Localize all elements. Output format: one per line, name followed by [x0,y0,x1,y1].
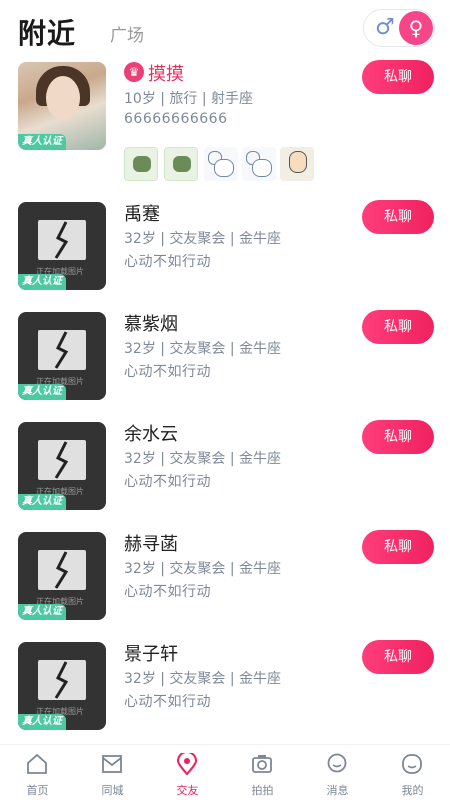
dog-sticker-icon[interactable] [164,147,198,181]
nav-item-city[interactable]: 同城 [75,749,150,799]
nav-item-friends[interactable]: 交友 [150,749,225,799]
user-name: 慕紫烟 [124,314,178,335]
user-avatar[interactable]: 正在加载图片 真人认证 [18,642,106,730]
user-info: 32岁 | 交友聚会 | 金牛座 [124,451,282,467]
camera-icon [252,755,272,773]
user-name: 景子轩 [124,644,178,665]
user-name: 余水云 [124,424,178,445]
top-header: 附近 广场 ♂ ♀ [0,0,450,58]
broken-image-icon [38,660,86,700]
list-item[interactable]: 正在加载图片 真人认证 景子轩 32岁 | 交友聚会 | 金牛座 心动不如行动 … [0,640,450,750]
list-item[interactable]: 真人认证 ♛ 摸摸 10岁 | 旅行 | 射手座 66666666666 私聊 [0,60,450,200]
user-info: 32岁 | 交友聚会 | 金牛座 [124,671,282,687]
verified-badge: 真人认证 [18,274,66,290]
user-name: 摸摸 [148,64,184,85]
home-icon [27,753,47,774]
user-signature: 心动不如行动 [124,694,211,710]
broken-image-icon [38,550,86,590]
list-item[interactable]: 正在加载图片 真人认证 慕紫烟 32岁 | 交友聚会 | 金牛座 心动不如行动 … [0,310,450,420]
tab-square[interactable]: 广场 [110,21,144,46]
mouse-sticker-icon[interactable] [242,147,276,181]
nav-item-messages[interactable]: 消息 [300,749,375,799]
list-item[interactable]: 正在加载图片 真人认证 余水云 32岁 | 交友聚会 | 金牛座 心动不如行动 … [0,420,450,530]
location-pin-icon [176,753,198,775]
user-avatar[interactable]: 正在加载图片 真人认证 [18,532,106,620]
nav-label: 交友 [176,784,199,797]
verified-badge: 真人认证 [18,494,66,510]
private-chat-button[interactable]: 私聊 [362,310,434,344]
broken-image-icon [38,330,86,370]
list-item[interactable]: 正在加载图片 真人认证 禹蹇 32岁 | 交友聚会 | 金牛座 心动不如行动 私… [0,200,450,310]
list-item[interactable]: 正在加载图片 真人认证 赫寻菡 32岁 | 交友聚会 | 金牛座 心动不如行动 … [0,530,450,640]
message-icon [327,753,347,773]
nav-label: 我的 [401,784,424,797]
private-chat-button[interactable]: 私聊 [362,200,434,234]
nav-label: 拍拍 [251,784,274,797]
gender-switch[interactable]: ♂ ♀ [363,9,435,47]
user-signature: 心动不如行动 [124,364,211,380]
profile-icon [402,754,422,774]
user-avatar[interactable]: 正在加载图片 真人认证 [18,312,106,400]
tab-nearby[interactable]: 附近 [18,12,76,52]
mouse-sticker-icon[interactable] [204,147,238,181]
bottom-nav: 首页 同城 交友 拍拍 消息 我的 [0,744,450,800]
verified-badge: 真人认证 [18,714,66,730]
private-chat-button[interactable]: 私聊 [362,60,434,94]
user-signature: 心动不如行动 [124,474,211,490]
user-name: 赫寻菡 [124,534,178,555]
private-chat-button[interactable]: 私聊 [362,420,434,454]
user-avatar[interactable]: 正在加载图片 真人认证 [18,422,106,510]
nav-item-camera[interactable]: 拍拍 [225,749,300,799]
verified-badge: 真人认证 [18,134,66,150]
vip-crown-icon: ♛ [124,62,144,82]
nav-label: 消息 [326,784,349,797]
private-chat-button[interactable]: 私聊 [362,530,434,564]
dog-sticker-icon[interactable] [124,147,158,181]
nav-item-profile[interactable]: 我的 [375,749,450,799]
broken-image-icon [38,220,86,260]
verified-badge: 真人认证 [18,604,66,620]
user-name: 禹蹇 [124,204,160,225]
broken-image-icon [38,440,86,480]
user-info: 10岁 | 旅行 | 射手座 [124,91,254,107]
envelope-icon [102,755,122,773]
nav-item-home[interactable]: 首页 [0,749,75,799]
nav-label: 首页 [26,784,49,797]
female-icon[interactable]: ♀ [399,11,433,45]
man-sticker-icon[interactable] [280,147,314,181]
user-info: 32岁 | 交友聚会 | 金牛座 [124,341,282,357]
user-signature: 心动不如行动 [124,584,211,600]
user-avatar[interactable]: 真人认证 [18,62,106,150]
user-avatar[interactable]: 正在加载图片 真人认证 [18,202,106,290]
user-signature: 心动不如行动 [124,254,211,270]
nav-label: 同城 [101,784,124,797]
user-info: 32岁 | 交友聚会 | 金牛座 [124,561,282,577]
user-signature: 66666666666 [124,111,228,127]
verified-badge: 真人认证 [18,384,66,400]
user-info: 32岁 | 交友聚会 | 金牛座 [124,231,282,247]
avatar-face-shape [46,76,80,120]
private-chat-button[interactable]: 私聊 [362,640,434,674]
male-icon[interactable]: ♂ [370,13,400,43]
